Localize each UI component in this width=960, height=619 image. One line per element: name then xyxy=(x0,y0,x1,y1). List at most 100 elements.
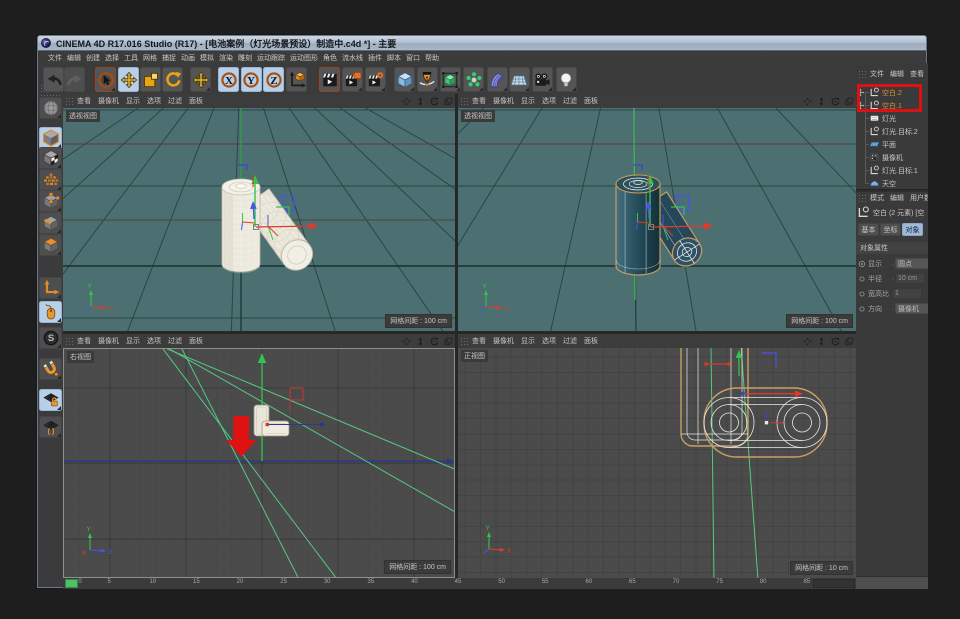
object-manager-drag-handle[interactable] xyxy=(858,70,866,78)
object-manager-menu-1[interactable]: 文件 xyxy=(870,69,884,79)
viewport-menu-3[interactable]: 显示 xyxy=(126,96,140,106)
viewport-maximize-icon[interactable] xyxy=(843,337,854,346)
viewport-drag-handle[interactable] xyxy=(460,337,468,345)
viewport-menu-5[interactable]: 过滤 xyxy=(563,336,577,346)
input-宽高比[interactable]: 1 xyxy=(892,288,922,299)
viewport-menu-5[interactable]: 过滤 xyxy=(563,96,577,106)
viewport-menu-6[interactable]: 面板 xyxy=(584,336,598,346)
tab-对象[interactable]: 对象 xyxy=(902,223,923,236)
add-environment-button[interactable] xyxy=(509,67,530,92)
tab-基本[interactable]: 基本 xyxy=(858,223,879,236)
viewport-4-canvas[interactable]: YX正视图网格间距 : 10 cm xyxy=(458,348,856,578)
viewport-menu-3[interactable]: 显示 xyxy=(521,96,535,106)
live-selection-button[interactable] xyxy=(95,67,116,92)
render-view-button[interactable] xyxy=(319,67,340,92)
viewport-menu-2[interactable]: 摄像机 xyxy=(493,96,514,106)
z-axis-lock-button[interactable]: Z xyxy=(263,67,284,92)
viewport-menu-5[interactable]: 过滤 xyxy=(168,336,182,346)
menu-13[interactable]: 运动图形 xyxy=(290,53,318,63)
menu-8[interactable]: 动画 xyxy=(181,53,195,63)
keyframe-dot-icon[interactable] xyxy=(858,275,866,283)
menu-1[interactable]: 文件 xyxy=(48,53,62,63)
object-row-灯光.目标.2[interactable]: 灯光.目标.2 xyxy=(856,125,928,138)
menu-18[interactable]: 窗口 xyxy=(406,53,420,63)
menu-16[interactable]: 插件 xyxy=(368,53,382,63)
current-frame-marker[interactable] xyxy=(65,579,78,588)
last-used-tool-button[interactable] xyxy=(190,67,211,92)
menu-10[interactable]: 渲染 xyxy=(219,53,233,63)
attribute-manager-drag-handle[interactable] xyxy=(858,194,866,202)
viewport-menu-4[interactable]: 选项 xyxy=(147,336,161,346)
menu-7[interactable]: 捕捉 xyxy=(162,53,176,63)
viewport-menu-6[interactable]: 面板 xyxy=(189,336,203,346)
enable-quantizing-button[interactable]: S xyxy=(39,327,62,349)
menu-6[interactable]: 网格 xyxy=(143,53,157,63)
viewport-menu-4[interactable]: 选项 xyxy=(542,96,556,106)
viewport-maximize-icon[interactable] xyxy=(442,337,453,346)
viewport-zoom-icon[interactable] xyxy=(414,97,425,106)
titlebar[interactable]: CINEMA 4D R17.016 Studio (R17) - [电池案例（灯… xyxy=(38,36,926,51)
undo-button[interactable] xyxy=(43,67,64,92)
workplane-mode-button[interactable] xyxy=(39,169,62,191)
menu-17[interactable]: 脚本 xyxy=(387,53,401,63)
y-axis-lock-button[interactable]: Y xyxy=(241,67,262,92)
menu-19[interactable]: 帮助 xyxy=(425,53,439,63)
menu-14[interactable]: 角色 xyxy=(323,53,337,63)
object-row-灯光.目标.1[interactable]: 灯光.目标.1 xyxy=(856,164,928,177)
redo-button[interactable] xyxy=(64,67,85,92)
lock-workplane-button[interactable] xyxy=(39,389,62,411)
timeline-ruler[interactable]: 0510152025303540455055606570758085 xyxy=(63,578,856,589)
object-manager-menu-3[interactable]: 查看 xyxy=(910,69,924,79)
keyframe-dot-icon[interactable] xyxy=(858,305,866,313)
object-row-摄像机[interactable]: 摄像机 xyxy=(856,151,928,164)
scale-tool-button[interactable] xyxy=(140,67,161,92)
viewport-menu-3[interactable]: 显示 xyxy=(126,336,140,346)
attribute-manager-menu-1[interactable]: 模式 xyxy=(870,193,884,203)
rotate-tool-button[interactable] xyxy=(162,67,183,92)
viewport-pan-icon[interactable] xyxy=(400,337,411,346)
menu-15[interactable]: 流水线 xyxy=(342,53,363,63)
viewport-rotate-icon[interactable] xyxy=(428,97,439,106)
menu-12[interactable]: 运动跟踪 xyxy=(257,53,285,63)
menu-2[interactable]: 编辑 xyxy=(67,53,81,63)
polygons-mode-button[interactable] xyxy=(39,234,62,256)
end-frame-box[interactable] xyxy=(813,579,855,588)
viewport-menu-4[interactable]: 选项 xyxy=(147,96,161,106)
menu-11[interactable]: 雕刻 xyxy=(238,53,252,63)
keyframe-dot-icon[interactable] xyxy=(858,260,866,268)
viewport-rotate-icon[interactable] xyxy=(829,337,840,346)
viewport-maximize-icon[interactable] xyxy=(442,97,453,106)
viewport-rotate-icon[interactable] xyxy=(829,97,840,106)
viewport-menu-4[interactable]: 选项 xyxy=(542,336,556,346)
tab-坐标[interactable]: 坐标 xyxy=(880,223,901,236)
menu-3[interactable]: 创建 xyxy=(86,53,100,63)
render-to-picture-viewer-button[interactable] xyxy=(342,67,363,92)
viewport-menu-2[interactable]: 摄像机 xyxy=(493,336,514,346)
add-spline-button[interactable] xyxy=(417,67,438,92)
viewport-solo-button[interactable] xyxy=(39,301,62,323)
viewport-pan-icon[interactable] xyxy=(801,337,812,346)
points-mode-button[interactable] xyxy=(39,190,62,212)
x-axis-lock-button[interactable]: X xyxy=(218,67,239,92)
coordinate-system-button[interactable] xyxy=(286,67,307,92)
enable-axis-button[interactable] xyxy=(39,277,62,299)
viewport-drag-handle[interactable] xyxy=(65,97,73,105)
viewport-drag-handle[interactable] xyxy=(460,97,468,105)
attribute-manager-menu-2[interactable]: 编辑 xyxy=(890,193,904,203)
object-row-灯光[interactable]: 灯光 xyxy=(856,112,928,125)
add-deformer-button[interactable] xyxy=(487,67,508,92)
add-primitive-button[interactable] xyxy=(394,67,415,92)
viewport-menu-1[interactable]: 查看 xyxy=(472,96,486,106)
viewport-3-canvas[interactable]: YZX右视图网格间距 : 100 cm xyxy=(63,348,455,578)
menu-9[interactable]: 模拟 xyxy=(200,53,214,63)
viewport-pan-icon[interactable] xyxy=(400,97,411,106)
object-row-平面[interactable]: 平面 xyxy=(856,138,928,151)
enable-snap-button[interactable] xyxy=(39,358,62,380)
keyframe-dot-icon[interactable] xyxy=(858,290,866,298)
edges-mode-button[interactable] xyxy=(39,212,62,234)
dropdown-方向[interactable]: 摄像机 xyxy=(895,303,928,314)
viewport-pan-icon[interactable] xyxy=(801,97,812,106)
render-settings-button[interactable] xyxy=(365,67,386,92)
viewport-zoom-icon[interactable] xyxy=(815,337,826,346)
planar-workplane-button[interactable]: ( ) xyxy=(39,416,62,438)
